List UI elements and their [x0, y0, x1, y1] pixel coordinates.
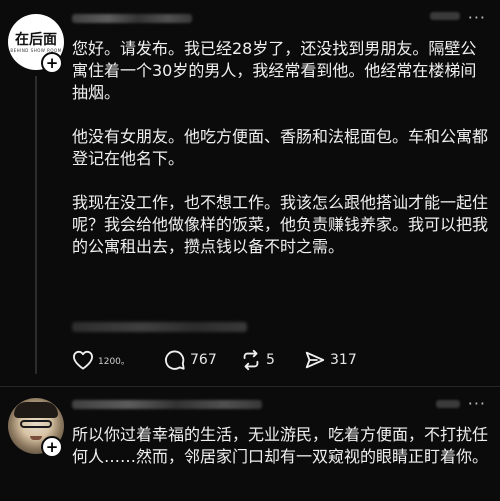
share-button[interactable]: 317	[304, 349, 384, 371]
follow-plus-icon[interactable]: +	[41, 52, 63, 74]
share-count: 317	[330, 352, 357, 368]
post-paragraph: 我现在没工作，也不想工作。我该怎么跟他搭讪才能一起住呢？我会给他做像样的饭菜，他…	[72, 193, 489, 256]
repost-arrows-icon	[240, 349, 262, 371]
post-body: 您好。请发布。我已经28岁了，还没找到男朋友。隔壁公寓住着一个30岁的男人，我经…	[72, 38, 492, 258]
timestamp-blurred	[430, 12, 460, 20]
thread-screen: 在后面 BEHIND SHOW ROOM + ··· 您好。请发布。我已经28岁…	[0, 0, 500, 501]
repost-count: 5	[266, 352, 275, 368]
comment-button[interactable]: 767	[164, 349, 240, 371]
reply-timestamp-blurred	[436, 400, 460, 408]
send-icon	[304, 349, 326, 371]
reply-body: 所以你过着幸福的生活，无业游民，吃着方便面，不打扰任何人……然而，邻居家门口却有…	[72, 425, 489, 466]
post-paragraph: 他没有女朋友。他吃方便面、香肠和法棍面包。车和公寓都登记在他名下。	[72, 127, 489, 168]
blurred-text-line	[72, 322, 247, 332]
speech-bubble-icon	[164, 349, 186, 371]
reply-username-blurred[interactable]	[72, 400, 262, 409]
post-divider	[0, 386, 500, 387]
post-1: 在后面 BEHIND SHOW ROOM + ··· 您好。请发布。我已经28岁…	[0, 0, 500, 388]
comment-count: 767	[190, 352, 217, 368]
follow-plus-icon[interactable]: +	[41, 436, 63, 458]
avatar-logo-text: 在后面	[15, 32, 57, 48]
thread-connector-line	[35, 76, 37, 374]
heart-icon	[72, 350, 94, 370]
like-button[interactable]: 1200。	[72, 350, 164, 370]
more-options-icon[interactable]: ···	[468, 8, 486, 27]
action-bar: 1200。 767 5 317	[72, 348, 384, 372]
reply-more-options-icon[interactable]: ···	[468, 394, 486, 413]
post-paragraph: 您好。请发布。我已经28岁了，还没找到男朋友。隔壁公寓住着一个30岁的男人，我经…	[72, 39, 477, 102]
repost-button[interactable]: 5	[240, 349, 304, 371]
username-blurred[interactable]	[72, 14, 192, 23]
like-count: 1200。	[98, 356, 130, 367]
